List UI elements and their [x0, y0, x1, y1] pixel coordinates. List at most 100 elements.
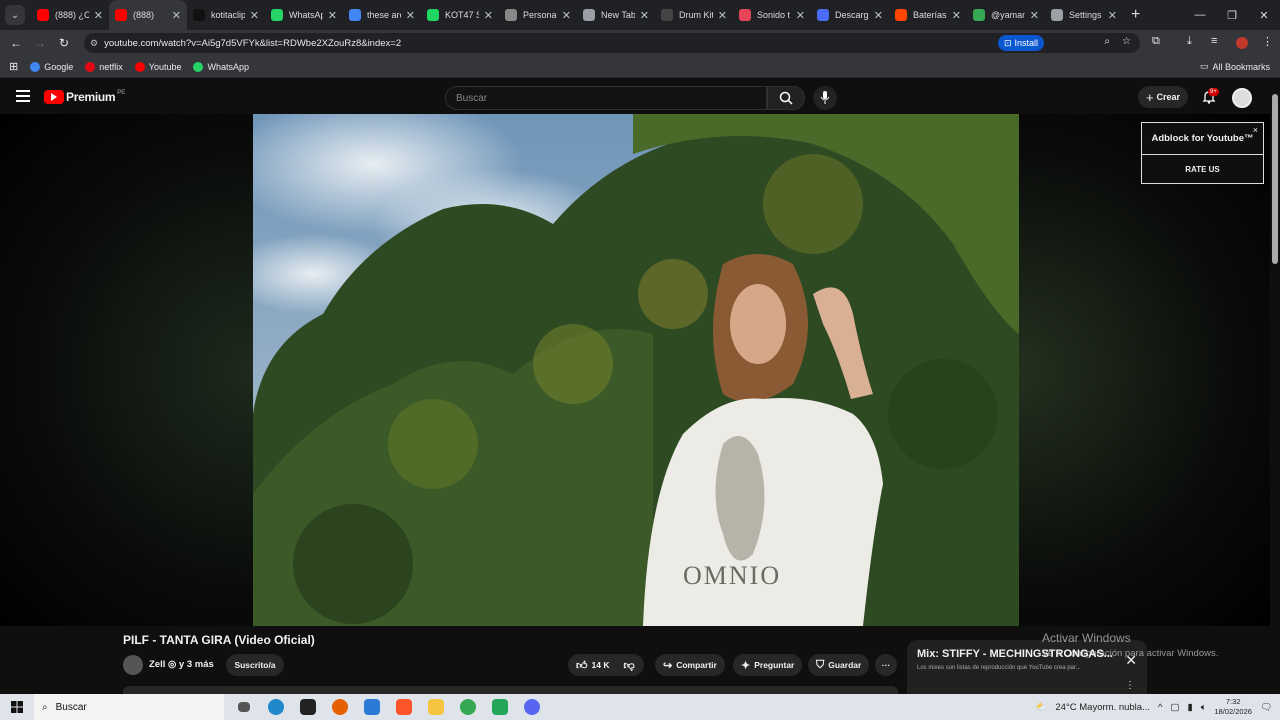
tray-app-icon[interactable]: ▢ — [1170, 702, 1179, 713]
save-button[interactable]: ⛉ Guardar — [808, 654, 870, 676]
save-label: Guardar — [828, 660, 862, 670]
like-icon[interactable]: 👍︎ — [576, 659, 588, 672]
app-icon[interactable] — [292, 694, 324, 720]
edge-icon[interactable] — [260, 694, 292, 720]
address-bar[interactable]: ⚙ youtube.com/watch?v=Ai5g7d5VFYk&list=R… — [84, 33, 1140, 53]
zoom-icon[interactable]: ⌕ — [1104, 36, 1110, 47]
dislike-icon[interactable]: 👎︎ — [623, 659, 634, 672]
tab-close-icon[interactable]: ✕ — [484, 9, 493, 22]
app3-icon[interactable] — [484, 694, 516, 720]
bookmark-item[interactable]: WhatsApp — [193, 61, 249, 72]
chrome-icon[interactable] — [452, 694, 484, 720]
start-button[interactable] — [0, 694, 34, 720]
description-box[interactable] — [123, 686, 898, 694]
brave-icon[interactable] — [388, 694, 420, 720]
hamburger-menu-icon[interactable] — [16, 90, 30, 104]
browser-tab[interactable]: Descarg ✕ — [811, 0, 889, 30]
close-icon[interactable]: × — [1253, 125, 1258, 135]
notification-center-icon[interactable]: 🗨︎ — [1260, 702, 1272, 713]
tab-favicon-icon — [115, 9, 127, 21]
video-player[interactable]: OMNIO — [0, 114, 1270, 626]
media-control-icon[interactable]: ≡ — [1211, 35, 1217, 47]
forward-icon[interactable]: → — [28, 36, 52, 50]
tab-title: New Tab — [601, 10, 635, 20]
close-window-button[interactable]: ✕ — [1248, 0, 1280, 30]
app2-icon[interactable] — [356, 694, 388, 720]
youtube-logo[interactable]: Premium PE — [44, 90, 125, 104]
tab-close-icon[interactable]: ✕ — [172, 9, 181, 22]
tab-close-icon[interactable]: ✕ — [874, 9, 883, 22]
bookmark-item[interactable]: netflix — [85, 61, 123, 72]
mix-menu-icon[interactable]: ⋮ — [1125, 680, 1135, 691]
browser-tab[interactable]: (888) ¿Co ✕ — [31, 0, 109, 30]
ask-button[interactable]: ✦ Preguntar — [733, 654, 803, 676]
minimize-button[interactable]: — — [1184, 0, 1216, 30]
browser-tab[interactable]: WhatsAp ✕ — [265, 0, 343, 30]
browser-tab[interactable]: @yaman ✕ — [967, 0, 1045, 30]
tab-close-icon[interactable]: ✕ — [250, 9, 259, 22]
browser-tab[interactable]: (888) ✕ — [109, 0, 187, 30]
browser-tab[interactable]: Baterías ✕ — [889, 0, 967, 30]
more-actions-button[interactable]: ··· — [875, 654, 897, 676]
subscribed-button[interactable]: Suscrito/a — [226, 654, 284, 676]
bookmark-star-icon[interactable]: ☆ — [1122, 36, 1131, 47]
file-explorer-icon[interactable] — [420, 694, 452, 720]
app4-icon[interactable] — [516, 694, 548, 720]
tab-close-icon[interactable]: ✕ — [328, 9, 337, 22]
new-tab-button[interactable]: + — [1131, 6, 1140, 24]
browser-tab[interactable]: Personali ✕ — [499, 0, 577, 30]
reload-icon[interactable]: ↻ — [52, 36, 76, 50]
tab-search-button[interactable]: ⌄ — [5, 5, 25, 25]
bookmark-item[interactable]: Google — [30, 61, 73, 72]
all-bookmarks[interactable]: ▭ All Bookmarks — [1200, 61, 1270, 72]
share-button[interactable]: ↪ Compartir — [655, 654, 725, 676]
bookmark-item[interactable]: Youtube — [134, 61, 181, 72]
back-icon[interactable]: ← — [4, 36, 28, 50]
taskbar-search[interactable]: ⌕ Buscar — [34, 694, 224, 720]
search-input[interactable]: Buscar — [445, 86, 767, 110]
tab-close-icon[interactable]: ✕ — [1108, 9, 1117, 22]
channel-avatar[interactable] — [123, 655, 143, 675]
menu-kebab-icon[interactable]: ⋮ — [1262, 35, 1273, 48]
rate-us-button[interactable]: RATE US — [1142, 155, 1263, 183]
clock[interactable]: 7:32 18/02/2026 — [1214, 697, 1252, 717]
tab-close-icon[interactable]: ✕ — [718, 9, 727, 22]
browser-tab[interactable]: KOT47 St ✕ — [421, 0, 499, 30]
voice-search-button[interactable] — [813, 86, 837, 110]
site-info-icon[interactable]: ⚙ — [90, 38, 98, 49]
tab-close-icon[interactable]: ✕ — [406, 9, 415, 22]
restore-button[interactable]: ❐ — [1216, 0, 1248, 30]
tab-close-icon[interactable]: ✕ — [562, 9, 571, 22]
extensions-icon[interactable]: ⧉ — [1152, 35, 1160, 48]
browser-tab[interactable]: kotitaclip ✕ — [187, 0, 265, 30]
like-count[interactable]: 14 K — [592, 660, 610, 670]
tab-close-icon[interactable]: ✕ — [1030, 9, 1039, 22]
account-avatar[interactable] — [1232, 88, 1252, 108]
search-button[interactable] — [767, 86, 805, 110]
task-view-icon[interactable] — [228, 694, 260, 720]
tab-close-icon[interactable]: ✕ — [640, 9, 649, 22]
video-frame[interactable]: OMNIO — [253, 114, 1019, 626]
network-icon[interactable]: ▮ — [1187, 702, 1192, 713]
channel-name[interactable]: Zell ◎ y 3 más — [149, 659, 214, 670]
browser-tab[interactable]: New Tab ✕ — [577, 0, 655, 30]
profile-icon[interactable] — [1236, 37, 1248, 49]
browser-tab[interactable]: Drum Kit ✕ — [655, 0, 733, 30]
volume-icon[interactable]: 🔈︎ — [1201, 702, 1207, 713]
firefox-icon[interactable] — [324, 694, 356, 720]
weather-text[interactable]: 24°C Mayorm. nubla... — [1055, 702, 1150, 713]
page-scrollbar[interactable] — [1270, 82, 1280, 692]
browser-tab[interactable]: these are ✕ — [343, 0, 421, 30]
browser-tab[interactable]: Settings ✕ — [1045, 0, 1123, 30]
tab-close-icon[interactable]: ✕ — [796, 9, 805, 22]
apps-grid-icon[interactable]: ⊞ — [9, 60, 18, 73]
browser-tab[interactable]: Sonido t ✕ — [733, 0, 811, 30]
downloads-icon[interactable]: ⤓ — [1187, 35, 1192, 48]
tab-close-icon[interactable]: ✕ — [952, 9, 961, 22]
tab-close-icon[interactable]: ✕ — [94, 9, 103, 22]
save-icon: ⛉ — [816, 658, 825, 671]
scrollbar-thumb[interactable] — [1272, 94, 1278, 264]
install-app-button[interactable]: ⊡ Install — [997, 35, 1044, 51]
tray-chevron-icon[interactable]: ^ — [1158, 702, 1162, 713]
create-button[interactable]: + Crear — [1138, 86, 1188, 108]
